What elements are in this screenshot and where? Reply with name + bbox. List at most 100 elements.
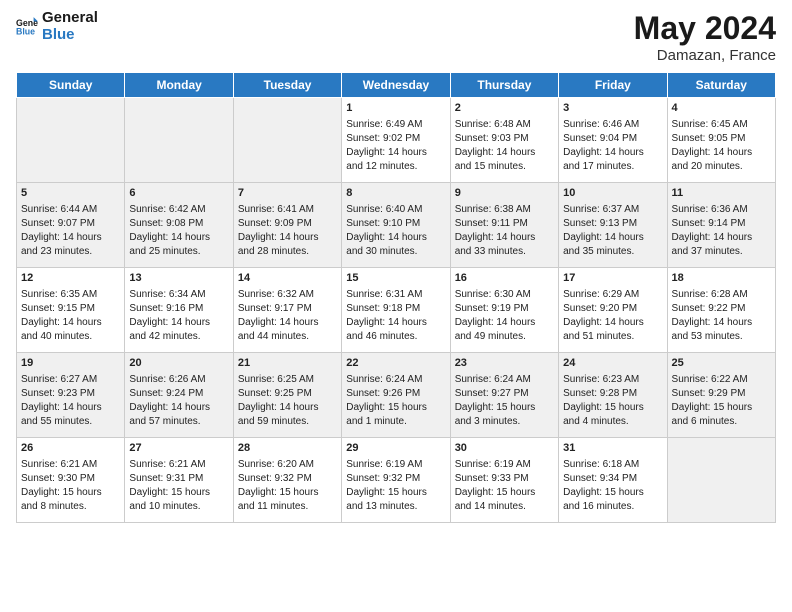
cell-text: Daylight: 14 hours xyxy=(346,316,445,330)
header-row: SundayMondayTuesdayWednesdayThursdayFrid… xyxy=(17,73,776,98)
cell-text: and 1 minute. xyxy=(346,415,445,429)
cell-text: and 44 minutes. xyxy=(238,330,337,344)
cell-text: Sunset: 9:34 PM xyxy=(563,472,662,486)
cell-text: Daylight: 14 hours xyxy=(21,316,120,330)
calendar-cell: 25Sunrise: 6:22 AMSunset: 9:29 PMDayligh… xyxy=(667,353,775,438)
cell-text: Daylight: 14 hours xyxy=(238,231,337,245)
cell-text: Sunset: 9:11 PM xyxy=(455,217,554,231)
cell-text: Sunset: 9:08 PM xyxy=(129,217,228,231)
cell-text: Daylight: 14 hours xyxy=(455,316,554,330)
cell-text: Sunset: 9:22 PM xyxy=(672,302,771,316)
cell-text: Sunset: 9:05 PM xyxy=(672,132,771,146)
cell-text: and 55 minutes. xyxy=(21,415,120,429)
calendar-cell: 17Sunrise: 6:29 AMSunset: 9:20 PMDayligh… xyxy=(559,268,667,353)
cell-text: Sunset: 9:07 PM xyxy=(21,217,120,231)
cell-text: and 4 minutes. xyxy=(563,415,662,429)
header: General Blue General Blue May 2024 Damaz… xyxy=(16,10,776,64)
cell-text: Daylight: 15 hours xyxy=(238,486,337,500)
cell-text: Sunset: 9:09 PM xyxy=(238,217,337,231)
cell-text: Daylight: 14 hours xyxy=(672,231,771,245)
calendar-cell: 14Sunrise: 6:32 AMSunset: 9:17 PMDayligh… xyxy=(233,268,341,353)
cell-text: Sunrise: 6:37 AM xyxy=(563,203,662,217)
cell-text: and 23 minutes. xyxy=(21,245,120,259)
day-number: 9 xyxy=(455,186,554,201)
cell-text: Daylight: 15 hours xyxy=(346,401,445,415)
cell-text: and 11 minutes. xyxy=(238,500,337,514)
cell-text: Sunrise: 6:22 AM xyxy=(672,373,771,387)
cell-text: and 14 minutes. xyxy=(455,500,554,514)
cell-text: and 46 minutes. xyxy=(346,330,445,344)
cell-text: Sunrise: 6:46 AM xyxy=(563,118,662,132)
cell-text: Sunrise: 6:49 AM xyxy=(346,118,445,132)
cell-text: Daylight: 14 hours xyxy=(563,231,662,245)
cell-text: Sunrise: 6:42 AM xyxy=(129,203,228,217)
cell-text: and 35 minutes. xyxy=(563,245,662,259)
week-row-4: 19Sunrise: 6:27 AMSunset: 9:23 PMDayligh… xyxy=(17,353,776,438)
day-number: 5 xyxy=(21,186,120,201)
cell-text: Sunset: 9:25 PM xyxy=(238,387,337,401)
day-number: 27 xyxy=(129,441,228,456)
cell-text: and 33 minutes. xyxy=(455,245,554,259)
cell-text: and 57 minutes. xyxy=(129,415,228,429)
calendar-cell: 9Sunrise: 6:38 AMSunset: 9:11 PMDaylight… xyxy=(450,183,558,268)
calendar-cell: 27Sunrise: 6:21 AMSunset: 9:31 PMDayligh… xyxy=(125,438,233,523)
cell-text: Sunrise: 6:35 AM xyxy=(21,288,120,302)
calendar-cell xyxy=(233,98,341,183)
cell-text: Daylight: 14 hours xyxy=(672,316,771,330)
calendar-cell: 24Sunrise: 6:23 AMSunset: 9:28 PMDayligh… xyxy=(559,353,667,438)
calendar-cell: 3Sunrise: 6:46 AMSunset: 9:04 PMDaylight… xyxy=(559,98,667,183)
cell-text: Daylight: 14 hours xyxy=(672,146,771,160)
calendar-cell xyxy=(125,98,233,183)
cell-text: Sunset: 9:28 PM xyxy=(563,387,662,401)
calendar-cell: 29Sunrise: 6:19 AMSunset: 9:32 PMDayligh… xyxy=(342,438,450,523)
cell-text: Sunset: 9:31 PM xyxy=(129,472,228,486)
day-number: 14 xyxy=(238,271,337,286)
cell-text: Sunrise: 6:21 AM xyxy=(21,458,120,472)
cell-text: Daylight: 14 hours xyxy=(563,146,662,160)
cell-text: Sunset: 9:32 PM xyxy=(346,472,445,486)
cell-text: Daylight: 14 hours xyxy=(346,146,445,160)
cell-text: Daylight: 14 hours xyxy=(129,316,228,330)
calendar-cell: 28Sunrise: 6:20 AMSunset: 9:32 PMDayligh… xyxy=(233,438,341,523)
col-header-friday: Friday xyxy=(559,73,667,98)
cell-text: Sunrise: 6:21 AM xyxy=(129,458,228,472)
cell-text: Sunset: 9:10 PM xyxy=(346,217,445,231)
day-number: 19 xyxy=(21,356,120,371)
svg-text:Blue: Blue xyxy=(16,26,35,36)
cell-text: Daylight: 14 hours xyxy=(238,316,337,330)
cell-text: Sunset: 9:16 PM xyxy=(129,302,228,316)
day-number: 18 xyxy=(672,271,771,286)
cell-text: Sunset: 9:33 PM xyxy=(455,472,554,486)
day-number: 26 xyxy=(21,441,120,456)
calendar-cell: 7Sunrise: 6:41 AMSunset: 9:09 PMDaylight… xyxy=(233,183,341,268)
cell-text: and 59 minutes. xyxy=(238,415,337,429)
day-number: 20 xyxy=(129,356,228,371)
calendar-cell: 18Sunrise: 6:28 AMSunset: 9:22 PMDayligh… xyxy=(667,268,775,353)
cell-text: Daylight: 15 hours xyxy=(563,401,662,415)
cell-text: Sunrise: 6:27 AM xyxy=(21,373,120,387)
cell-text: Sunrise: 6:24 AM xyxy=(346,373,445,387)
cell-text: Sunrise: 6:19 AM xyxy=(346,458,445,472)
day-number: 4 xyxy=(672,101,771,116)
cell-text: Sunrise: 6:29 AM xyxy=(563,288,662,302)
col-header-thursday: Thursday xyxy=(450,73,558,98)
logo-icon: General Blue xyxy=(16,16,38,38)
cell-text: and 8 minutes. xyxy=(21,500,120,514)
cell-text: Sunrise: 6:24 AM xyxy=(455,373,554,387)
cell-text: and 6 minutes. xyxy=(672,415,771,429)
logo-line1: General xyxy=(42,10,98,27)
cell-text: and 37 minutes. xyxy=(672,245,771,259)
logo-line2: Blue xyxy=(42,27,98,44)
cell-text: Sunrise: 6:38 AM xyxy=(455,203,554,217)
cell-text: Sunrise: 6:48 AM xyxy=(455,118,554,132)
cell-text: Sunrise: 6:41 AM xyxy=(238,203,337,217)
day-number: 15 xyxy=(346,271,445,286)
cell-text: Sunset: 9:03 PM xyxy=(455,132,554,146)
cell-text: Daylight: 15 hours xyxy=(455,401,554,415)
cell-text: Sunset: 9:17 PM xyxy=(238,302,337,316)
cell-text: Sunset: 9:15 PM xyxy=(21,302,120,316)
cell-text: and 13 minutes. xyxy=(346,500,445,514)
cell-text: and 17 minutes. xyxy=(563,160,662,174)
logo: General Blue General Blue xyxy=(16,10,98,43)
calendar-cell: 12Sunrise: 6:35 AMSunset: 9:15 PMDayligh… xyxy=(17,268,125,353)
